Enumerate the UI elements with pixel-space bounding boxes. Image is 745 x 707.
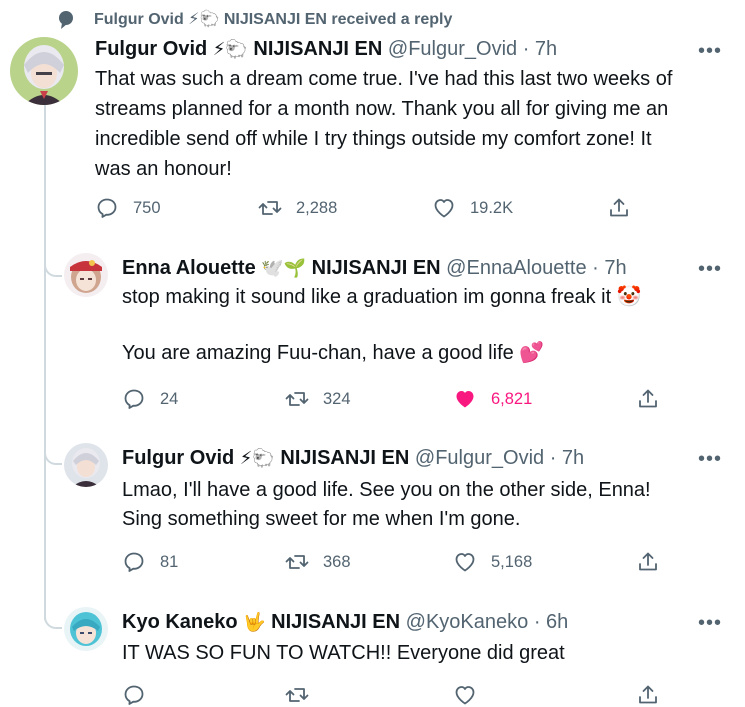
more-options-icon[interactable]: ••• <box>698 41 722 61</box>
tweet-text: stop making it sound like a graduation i… <box>122 286 642 364</box>
reply-count: 750 <box>133 198 161 217</box>
reply-button[interactable]: 81 <box>122 550 178 574</box>
author-emoji: 🕊️🌱 <box>261 258 307 278</box>
tweet-header: Enna Alouette 🕊️🌱 NIJISANJI EN @EnnaAlou… <box>122 256 627 280</box>
retweet-button[interactable]: 324 <box>285 387 351 411</box>
share-icon <box>639 552 657 571</box>
retweet-count: 368 <box>323 552 351 571</box>
retweet-button[interactable]: 368 <box>285 550 351 574</box>
speech-bubble-icon <box>56 10 76 30</box>
like-icon <box>455 553 475 572</box>
like-icon <box>455 686 475 705</box>
tweet-text: That was such a dream come true. I've ha… <box>95 68 673 180</box>
retweet-icon <box>258 201 282 215</box>
author-name[interactable]: Fulgur Ovid <box>95 38 207 60</box>
share-button[interactable] <box>636 550 674 574</box>
author-org[interactable]: NIJISANJI EN <box>253 38 382 60</box>
tweet-time[interactable]: · 7h <box>592 257 626 279</box>
avatar[interactable] <box>64 607 108 651</box>
thread-line <box>44 100 46 620</box>
avatar[interactable] <box>64 253 108 297</box>
retweet-icon <box>285 392 309 406</box>
like-icon <box>434 199 454 218</box>
like-count: 19.2K <box>470 198 514 217</box>
retweet-count: 2,288 <box>296 198 338 217</box>
reply-button[interactable]: 750 <box>95 196 161 220</box>
social-context[interactable]: Fulgur Ovid ⚡🐑 NIJISANJI EN received a r… <box>0 8 745 30</box>
reply-count: 24 <box>160 389 179 408</box>
tweet-time[interactable]: · 6h <box>534 611 568 633</box>
share-icon <box>639 389 657 408</box>
like-count: 5,168 <box>491 552 533 571</box>
thread-connector <box>44 255 62 277</box>
reply-icon <box>97 198 117 218</box>
share-button[interactable] <box>636 387 674 411</box>
share-icon <box>610 198 628 217</box>
more-options-icon[interactable]: ••• <box>698 259 722 279</box>
author-name[interactable]: Fulgur Ovid <box>122 447 234 469</box>
thread-connector <box>44 443 62 465</box>
share-button[interactable] <box>636 683 674 707</box>
more-options-icon[interactable]: ••• <box>698 449 722 469</box>
author-emoji: ⚡🐑 <box>239 448 275 468</box>
retweet-icon <box>285 688 309 702</box>
author-handle[interactable]: @Fulgur_Ovid <box>415 447 544 469</box>
author-handle[interactable]: @Fulgur_Ovid <box>388 38 517 60</box>
retweet-count: 324 <box>323 389 351 408</box>
author-handle[interactable]: @KyoKaneko <box>406 611 529 633</box>
tweet-header: Fulgur Ovid ⚡🐑 NIJISANJI EN @Fulgur_Ovid… <box>95 37 557 61</box>
more-options-icon[interactable]: ••• <box>698 613 722 633</box>
tweet-header: Fulgur Ovid ⚡🐑 NIJISANJI EN @Fulgur_Ovid… <box>122 446 584 470</box>
reply-icon <box>124 552 144 572</box>
author-handle[interactable]: @EnnaAlouette <box>446 257 586 279</box>
author-name[interactable]: Kyo Kaneko <box>122 611 238 633</box>
like-count: 6,821 <box>491 389 533 408</box>
reply-count: 81 <box>160 552 179 571</box>
tweet-time[interactable]: · 7h <box>550 447 584 469</box>
author-name[interactable]: Enna Alouette <box>122 257 256 279</box>
retweet-icon <box>285 555 309 569</box>
share-button[interactable] <box>607 196 645 220</box>
author-org[interactable]: NIJISANJI EN <box>271 611 400 633</box>
avatar[interactable] <box>10 37 78 105</box>
like-button[interactable] <box>453 683 491 707</box>
reply-button[interactable]: 24 <box>122 387 178 411</box>
retweet-button[interactable]: 2,288 <box>258 196 337 220</box>
tweet-text: Lmao, I'll have a good life. See you on … <box>122 479 651 530</box>
author-emoji: ⚡🐑 <box>212 39 248 59</box>
tweet-text: IT WAS SO FUN TO WATCH!! Everyone did gr… <box>122 642 565 664</box>
like-button[interactable]: 6,821 <box>453 387 532 411</box>
author-org[interactable]: NIJISANJI EN <box>280 447 409 469</box>
author-org[interactable]: NIJISANJI EN <box>312 257 441 279</box>
liked-heart-icon <box>456 391 474 408</box>
like-button[interactable]: 19.2K <box>432 196 513 220</box>
reply-icon <box>124 685 144 705</box>
tweet-time[interactable]: · 7h <box>523 38 557 60</box>
retweet-button[interactable] <box>285 683 323 707</box>
like-button[interactable]: 5,168 <box>453 550 532 574</box>
reply-button[interactable] <box>122 683 160 707</box>
thread-connector <box>44 607 62 629</box>
tweet-header: Kyo Kaneko 🤟 NIJISANJI EN @KyoKaneko · 6… <box>122 610 568 634</box>
share-icon <box>639 685 657 704</box>
author-emoji: 🤟 <box>243 612 266 632</box>
avatar[interactable] <box>64 443 108 487</box>
social-context-text: Fulgur Ovid ⚡🐑 NIJISANJI EN received a r… <box>94 11 453 28</box>
reply-icon <box>124 389 144 409</box>
